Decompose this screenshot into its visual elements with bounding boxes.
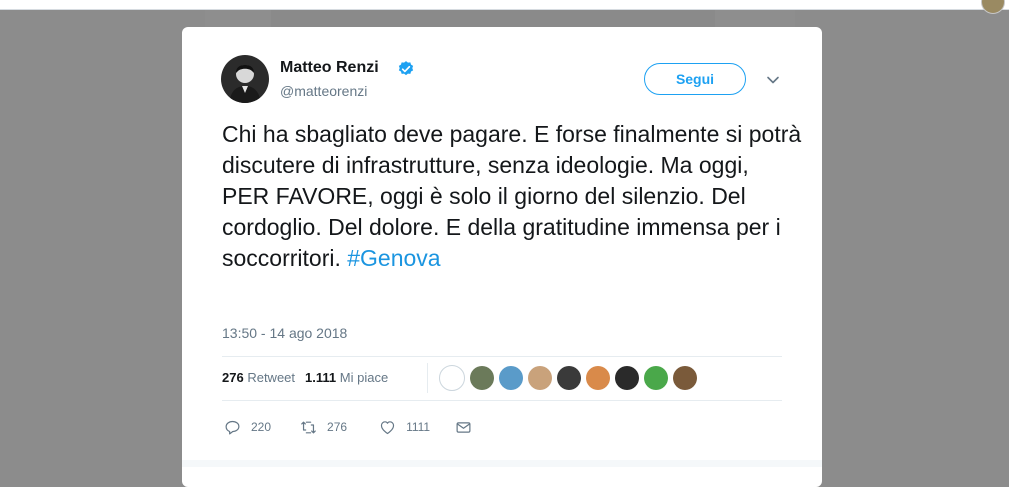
likes-label: Mi piace <box>339 370 389 385</box>
divider <box>222 400 782 401</box>
liker-avatars <box>427 363 697 393</box>
liker-avatar-9[interactable] <box>673 366 697 390</box>
follow-button[interactable]: Segui <box>644 63 746 95</box>
envelope-icon <box>456 421 471 433</box>
liker-avatar-1[interactable] <box>439 365 465 391</box>
account-avatar[interactable] <box>981 0 1005 14</box>
tweet-body: Chi ha sbagliato deve pagare. E forse fi… <box>222 121 802 271</box>
tweet-stats: 276 Retweet 1.111 Mi piace <box>222 370 388 385</box>
top-navigation-bar <box>0 0 1009 14</box>
direct-message-button[interactable] <box>455 419 472 436</box>
liker-avatar-2[interactable] <box>470 366 494 390</box>
divider <box>222 356 782 357</box>
tweet-actions: 220 276 1111 <box>224 417 472 437</box>
author-handle[interactable]: @matteorenzi <box>280 83 367 99</box>
likes-stat[interactable]: 1.111 Mi piace <box>305 370 388 385</box>
chevron-down-icon[interactable] <box>765 72 781 88</box>
author-name[interactable]: Matteo Renzi <box>280 59 379 77</box>
retweet-count: 276 <box>222 370 244 385</box>
hashtag-link[interactable]: #Genova <box>347 245 440 271</box>
likes-count: 1.111 <box>305 370 337 385</box>
retweet-button[interactable]: 276 <box>300 419 347 436</box>
retweet-stat[interactable]: 276 Retweet <box>222 370 295 385</box>
liker-avatar-8[interactable] <box>644 366 668 390</box>
retweet-icon <box>301 421 316 433</box>
tweet-timestamp[interactable]: 13:50 - 14 ago 2018 <box>222 325 347 341</box>
heart-icon <box>380 420 395 434</box>
liker-avatar-7[interactable] <box>615 366 639 390</box>
author-avatar[interactable] <box>221 55 269 103</box>
liker-avatar-6[interactable] <box>586 366 610 390</box>
card-footer <box>182 460 822 467</box>
tweet-text: Chi ha sbagliato deve pagare. E forse fi… <box>222 119 802 274</box>
like-button[interactable]: 1111 <box>379 419 430 436</box>
reply-button[interactable]: 220 <box>224 419 271 436</box>
retweet-label: Retweet <box>247 370 296 385</box>
verified-badge-icon <box>398 61 414 76</box>
retweet-action-count: 276 <box>327 420 348 434</box>
tweet-card: Matteo Renzi @matteorenzi Segui Chi ha s… <box>182 27 822 487</box>
reply-count: 220 <box>251 420 272 434</box>
reply-icon <box>225 420 240 434</box>
liker-avatar-4[interactable] <box>528 366 552 390</box>
like-count: 1111 <box>406 420 431 434</box>
liker-avatar-5[interactable] <box>557 366 581 390</box>
liker-avatar-3[interactable] <box>499 366 523 390</box>
profile-photo-icon <box>221 55 269 103</box>
